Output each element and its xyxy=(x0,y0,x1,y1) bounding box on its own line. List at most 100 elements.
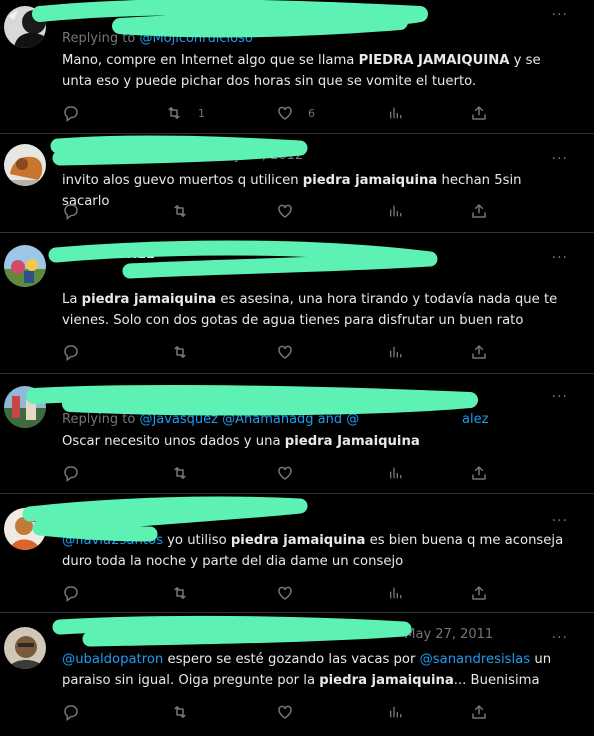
tweet-text: Mano, compre en Internet algo que se lla… xyxy=(62,50,572,92)
tweet-feed: Replying to @Mojiconruicioso ··· Mano, c… xyxy=(0,0,594,736)
retweet-icon xyxy=(174,346,186,358)
author-name: J.J 82 xyxy=(62,514,100,529)
reply-icon xyxy=(64,204,78,220)
reply-handle-tail[interactable]: alez xyxy=(462,412,488,427)
avatar[interactable] xyxy=(4,6,46,48)
reply-icon xyxy=(64,345,78,361)
more-icon[interactable]: ··· xyxy=(552,390,568,404)
more-icon[interactable]: ··· xyxy=(552,631,568,645)
reply-icon xyxy=(64,705,78,721)
reply-button[interactable] xyxy=(62,464,94,482)
views-button[interactable] xyxy=(388,584,404,602)
tweet-4[interactable]: Replying to @Javasquez @Anamahadg and @ … xyxy=(0,374,594,494)
retweet-button[interactable] xyxy=(170,584,204,602)
tweet-actions xyxy=(62,464,488,482)
views-icon xyxy=(390,107,402,119)
share-button[interactable] xyxy=(470,703,488,721)
tweet-3[interactable]: RICIO CIEL ··· La piedra jamaiquina es a… xyxy=(0,233,594,374)
text-segment: La xyxy=(62,292,82,307)
views-icon xyxy=(390,205,402,217)
reply-button[interactable] xyxy=(62,104,94,122)
reply-button[interactable] xyxy=(62,584,94,602)
like-count: 6 xyxy=(308,106,315,120)
share-icon xyxy=(472,345,486,359)
retweet-icon xyxy=(174,587,186,599)
mention-link[interactable]: @flavia2santos xyxy=(62,533,163,548)
text-segment: espero se esté gozando las vacas por xyxy=(163,652,420,667)
heart-icon xyxy=(278,106,292,120)
reply-handle[interactable]: @Mojiconruicioso xyxy=(139,31,252,46)
more-icon[interactable]: ··· xyxy=(552,514,568,528)
heart-icon xyxy=(278,705,292,719)
highlighted-keyword: piedra Jamaiquina xyxy=(284,434,420,449)
more-icon[interactable]: ··· xyxy=(552,8,568,22)
more-icon[interactable]: ··· xyxy=(552,251,568,265)
share-icon xyxy=(472,204,486,218)
author-name: RICIO CIEL xyxy=(78,247,155,262)
avatar[interactable] xyxy=(4,508,46,550)
like-button[interactable] xyxy=(276,584,308,602)
text-segment: invito alos guevo muertos q utilicen xyxy=(62,173,303,188)
views-button[interactable] xyxy=(388,703,404,721)
highlighted-keyword: piedra jamaiquina xyxy=(302,173,438,188)
avatar[interactable] xyxy=(4,386,46,428)
reply-button[interactable] xyxy=(62,703,94,721)
retweet-button[interactable]: 1 xyxy=(164,104,205,122)
views-button[interactable] xyxy=(388,104,404,122)
tweet-text: @flavia2santos yo utiliso piedra jamaiqu… xyxy=(62,530,572,572)
mention-link[interactable]: @ubaldopatron xyxy=(62,652,163,667)
like-button[interactable] xyxy=(276,343,308,361)
text-segment: Oscar necesito unos dados y una xyxy=(62,434,285,449)
text-segment: ... Buenisima xyxy=(453,673,540,688)
reply-prefix: Replying to xyxy=(62,412,136,427)
retweet-button[interactable] xyxy=(170,464,204,482)
retweet-button[interactable] xyxy=(170,703,204,721)
retweet-button[interactable] xyxy=(170,202,204,220)
reply-button[interactable] xyxy=(62,343,94,361)
like-button[interactable]: 6 xyxy=(276,104,315,122)
views-icon xyxy=(390,587,402,599)
avatar[interactable] xyxy=(4,144,46,186)
heart-icon xyxy=(278,586,292,600)
share-button[interactable] xyxy=(470,584,488,602)
views-button[interactable] xyxy=(388,464,404,482)
share-button[interactable] xyxy=(470,464,488,482)
reply-button[interactable] xyxy=(62,202,94,220)
views-icon xyxy=(390,467,402,479)
views-button[interactable] xyxy=(388,343,404,361)
views-button[interactable] xyxy=(388,202,404,220)
tweet-1[interactable]: Replying to @Mojiconruicioso ··· Mano, c… xyxy=(0,0,594,134)
share-button[interactable] xyxy=(470,202,488,220)
tweet-actions xyxy=(62,343,488,361)
tweet-header: ly 25, 2012 xyxy=(230,148,534,166)
views-icon xyxy=(390,706,402,718)
like-button[interactable] xyxy=(276,703,308,721)
tweet-date: ly 25, 2012 xyxy=(230,148,304,163)
tweet-2[interactable]: ly 25, 2012 ··· invito alos guevo muerto… xyxy=(0,134,594,233)
like-button[interactable] xyxy=(276,464,308,482)
retweet-icon xyxy=(174,205,186,217)
retweet-button[interactable] xyxy=(170,343,204,361)
retweet-icon xyxy=(168,107,180,119)
tweet-header: RICIO CIEL xyxy=(78,247,534,265)
more-icon[interactable]: ··· xyxy=(552,152,568,166)
retweet-icon xyxy=(174,706,186,718)
tweet-actions: 1 6 xyxy=(62,104,488,122)
like-button[interactable] xyxy=(276,202,308,220)
share-button[interactable] xyxy=(470,343,488,361)
heart-icon xyxy=(278,345,292,359)
avatar[interactable] xyxy=(4,245,46,287)
tweet-date: · May 27, 2011 xyxy=(396,627,494,642)
mention-link[interactable]: @sanandresislas xyxy=(420,652,531,667)
tweet-5[interactable]: J.J 82 ··· @flavia2santos yo utiliso pie… xyxy=(0,494,594,613)
reply-handle[interactable]: @Javasquez @Anamahadg and @ xyxy=(139,412,359,427)
avatar[interactable] xyxy=(4,627,46,669)
share-button[interactable] xyxy=(470,104,488,122)
heart-icon xyxy=(278,204,292,218)
share-icon xyxy=(472,106,486,120)
views-icon xyxy=(390,346,402,358)
highlighted-keyword: piedra jamaiquina xyxy=(230,533,366,548)
tweet-6[interactable]: · May 27, 2011 ··· @ubaldopatron espero … xyxy=(0,613,594,736)
tweet-actions xyxy=(62,703,488,721)
reply-context: Replying to @Mojiconruicioso xyxy=(62,31,253,46)
